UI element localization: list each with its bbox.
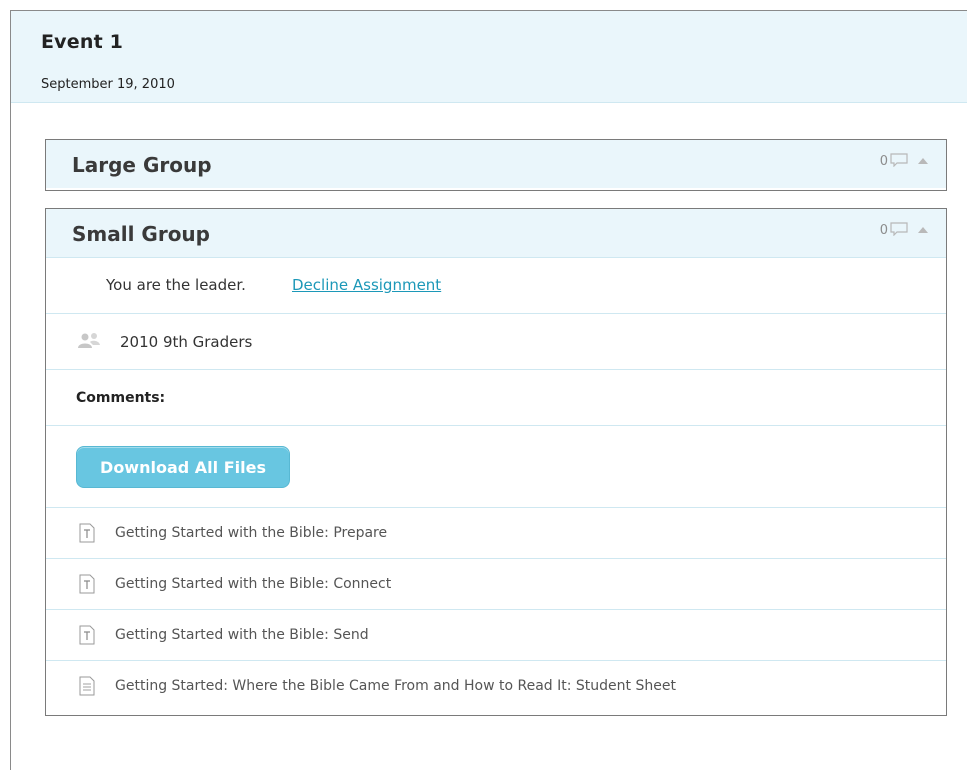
decline-assignment-link[interactable]: Decline Assignment [292, 276, 441, 294]
download-row: Download All Files [46, 425, 946, 507]
small-group-title: Small Group [72, 222, 210, 246]
download-all-files-button[interactable]: Download All Files [76, 446, 290, 488]
event-card: Event 1 September 19, 2010 Large Group 0… [10, 10, 967, 770]
group-row: 2010 9th Graders [46, 313, 946, 369]
event-title: Event 1 [41, 31, 124, 53]
small-group-panel: Small Group 0 You are the leader. Declin… [45, 208, 947, 716]
comment-icon[interactable] [890, 153, 908, 167]
document-icon [79, 676, 95, 696]
file-item[interactable]: Getting Started: Where the Bible Came Fr… [46, 660, 946, 711]
file-link[interactable]: Getting Started with the Bible: Connect [115, 576, 391, 592]
collapse-caret-icon[interactable] [918, 227, 928, 233]
large-group-panel: Large Group 0 [45, 139, 947, 191]
comments-row: Comments: [46, 369, 946, 425]
event-date: September 19, 2010 [41, 77, 175, 92]
text-file-icon [79, 625, 95, 645]
large-group-title: Large Group [72, 153, 212, 177]
collapse-caret-icon[interactable] [918, 158, 928, 164]
file-item[interactable]: Getting Started with the Bible: Prepare [46, 507, 946, 558]
file-item[interactable]: Getting Started with the Bible: Connect [46, 558, 946, 609]
comment-count: 0 [879, 154, 888, 169]
small-group-header[interactable]: Small Group 0 [46, 209, 946, 257]
large-group-header[interactable]: Large Group 0 [46, 140, 946, 188]
file-item[interactable]: Getting Started with the Bible: Send [46, 609, 946, 660]
comment-icon[interactable] [890, 222, 908, 236]
text-file-icon [79, 523, 95, 543]
file-link[interactable]: Getting Started with the Bible: Send [115, 627, 369, 643]
leader-row: You are the leader. Decline Assignment [46, 257, 946, 313]
comment-count: 0 [879, 223, 888, 238]
text-file-icon [79, 574, 95, 594]
file-link[interactable]: Getting Started with the Bible: Prepare [115, 525, 387, 541]
file-link[interactable]: Getting Started: Where the Bible Came Fr… [115, 678, 676, 694]
event-header: Event 1 September 19, 2010 [11, 11, 967, 103]
leader-text: You are the leader. [106, 276, 246, 294]
comments-label: Comments: [76, 390, 166, 406]
people-icon [78, 333, 100, 348]
group-name: 2010 9th Graders [120, 333, 253, 351]
